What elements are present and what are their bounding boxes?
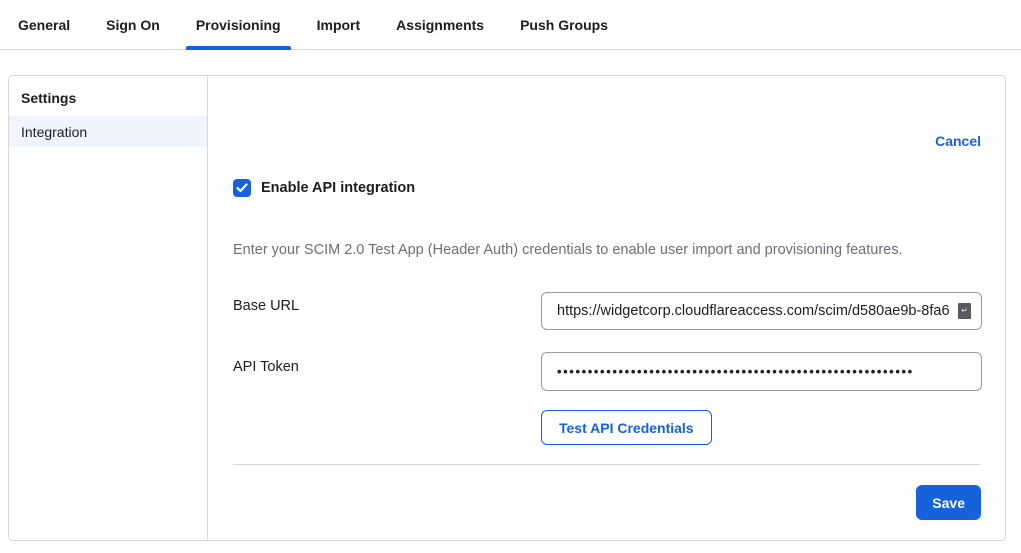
integration-settings-content: Cancel Enable API integration Enter your…: [208, 76, 1005, 540]
tab-push-groups-label: Push Groups: [520, 17, 608, 33]
base-url-label: Base URL: [233, 298, 299, 314]
tab-import-label: Import: [317, 17, 361, 33]
enable-api-integration-label: Enable API integration: [261, 180, 415, 196]
api-token-input-wrap: [541, 352, 982, 391]
sidebar-header: Settings: [9, 76, 207, 116]
app-tab-bar: General Sign On Provisioning Import Assi…: [0, 0, 1021, 50]
settings-sidebar: Settings Integration: [9, 76, 208, 540]
tab-general-label: General: [18, 17, 70, 33]
check-icon: [236, 183, 248, 193]
tab-import[interactable]: Import: [307, 0, 371, 49]
api-token-input[interactable]: [541, 352, 982, 391]
settings-panel: Settings Integration Cancel Enable API i…: [8, 75, 1006, 541]
tab-assignments[interactable]: Assignments: [386, 0, 494, 49]
base-url-input-wrap: ↵: [541, 292, 982, 330]
tab-assignments-label: Assignments: [396, 17, 484, 33]
sidebar-item-integration[interactable]: Integration: [9, 116, 207, 147]
save-button[interactable]: Save: [916, 485, 981, 520]
tab-provisioning-label: Provisioning: [196, 17, 281, 33]
enable-api-integration-row: Enable API integration: [233, 179, 415, 197]
tab-push-groups[interactable]: Push Groups: [510, 0, 618, 49]
tab-sign-on-label: Sign On: [106, 17, 160, 33]
tab-active-underline: [186, 46, 291, 50]
sidebar-item-integration-label: Integration: [21, 124, 87, 140]
provisioning-settings-page: General Sign On Provisioning Import Assi…: [0, 0, 1021, 553]
enable-api-integration-checkbox[interactable]: [233, 179, 251, 197]
footer-divider: [233, 464, 981, 465]
cancel-button[interactable]: Cancel: [935, 133, 981, 149]
tab-general[interactable]: General: [8, 0, 80, 49]
api-token-label: API Token: [233, 359, 299, 375]
base-url-input[interactable]: [541, 292, 982, 330]
tab-sign-on[interactable]: Sign On: [96, 0, 170, 49]
test-api-credentials-button[interactable]: Test API Credentials: [541, 410, 712, 445]
tab-provisioning[interactable]: Provisioning: [186, 0, 291, 49]
credentials-description: Enter your SCIM 2.0 Test App (Header Aut…: [233, 241, 981, 261]
